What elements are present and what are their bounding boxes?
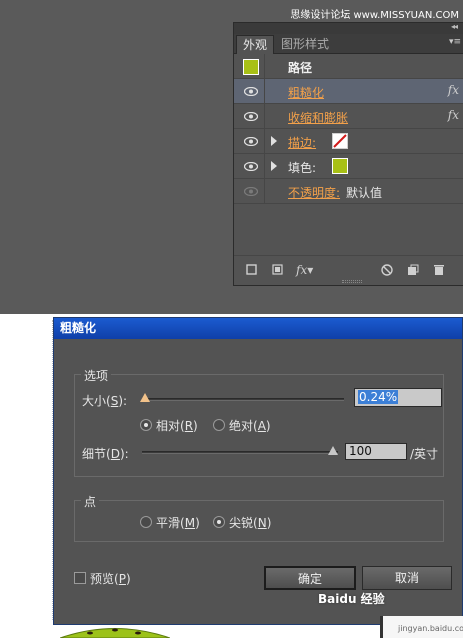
- detail-slider-thumb[interactable]: [328, 446, 338, 455]
- corner-radio[interactable]: [213, 516, 225, 528]
- detail-label: 细节(D):: [82, 447, 129, 461]
- preview-checkbox[interactable]: [74, 572, 86, 584]
- effect-row-roughen[interactable]: 粗糙化 fx: [234, 79, 463, 104]
- tab-graphic-styles[interactable]: 图形样式: [275, 35, 335, 54]
- corner-label: 尖锐(N): [229, 516, 272, 530]
- tab-appearance[interactable]: 外观: [236, 35, 275, 54]
- stroke-row[interactable]: 描边:: [234, 129, 463, 154]
- visibility-eye-icon[interactable]: [244, 112, 258, 121]
- detail-slider-track[interactable]: [142, 451, 338, 454]
- watermark-bottom-url: jingyan.baidu.com: [398, 624, 463, 633]
- panel-bottom-toolbar: fx▾: [234, 255, 463, 285]
- appearance-rows: 路径 粗糙化 fx 收缩和膨胀 fx 描边: 填色: 不透明度: 默认值: [234, 54, 463, 204]
- fill-row[interactable]: 填色:: [234, 154, 463, 179]
- points-group-title: 点: [81, 493, 100, 510]
- smooth-label: 平滑(M): [156, 516, 200, 530]
- watermark-bottom: Baidu 经验: [318, 592, 385, 606]
- size-input[interactable]: 0.24%: [354, 388, 442, 407]
- watermark-top: 思缘设计论坛 www.MISSYUAN.COM: [290, 10, 459, 21]
- row-divider: [264, 129, 265, 153]
- visibility-eye-icon[interactable]: [244, 187, 258, 196]
- opacity-row[interactable]: 不透明度: 默认值: [234, 179, 463, 204]
- relative-label: 相对(R): [156, 419, 198, 433]
- row-divider: [264, 179, 265, 203]
- effect-roughen-link[interactable]: 粗糙化: [288, 84, 324, 101]
- row-divider: [264, 154, 265, 178]
- canvas-workspace: 思缘设计论坛 www.MISSYUAN.COM ◂◂ 外观 图形样式 ▾≡ 路径…: [0, 0, 463, 314]
- panel-resize-grip[interactable]: [342, 280, 362, 283]
- preview-label: 预览(P): [90, 572, 131, 586]
- object-thumbnail-swatch: [243, 59, 259, 75]
- smooth-label-text: 平滑: [156, 516, 181, 530]
- trash-icon[interactable]: [433, 264, 445, 278]
- fx-icon[interactable]: fx: [448, 83, 459, 97]
- size-slider-track[interactable]: [142, 398, 344, 401]
- detail-unit: /英寸: [410, 447, 439, 461]
- absolute-radio[interactable]: [213, 419, 225, 431]
- visibility-eye-icon[interactable]: [244, 162, 258, 171]
- visibility-eye-icon[interactable]: [244, 87, 258, 96]
- absolute-label: 绝对(A): [229, 419, 271, 433]
- panel-title-strip[interactable]: ◂◂: [234, 22, 463, 34]
- kiwi-artwork-fragment: [60, 625, 170, 638]
- row-divider: [264, 79, 265, 103]
- duplicate-icon[interactable]: [407, 264, 419, 278]
- fx-icon[interactable]: fx: [448, 108, 459, 122]
- size-label-text: 大小: [82, 394, 107, 408]
- panel-tabs: 外观 图形样式 ▾≡: [234, 34, 463, 54]
- detail-accesskey: D: [110, 447, 120, 461]
- opacity-label-link[interactable]: 不透明度:: [288, 184, 340, 201]
- row-divider: [264, 54, 265, 78]
- visibility-eye-icon[interactable]: [244, 137, 258, 146]
- relative-label-text: 相对: [156, 419, 181, 433]
- stroke-none-swatch[interactable]: [332, 133, 348, 149]
- relative-radio[interactable]: [140, 419, 152, 431]
- absolute-accesskey: A: [257, 419, 266, 433]
- new-art-square-icon[interactable]: [246, 264, 257, 277]
- appearance-header-row: 路径: [234, 54, 463, 79]
- detail-input[interactable]: 100: [345, 443, 407, 460]
- row-divider: [264, 104, 265, 128]
- size-input-value: 0.24%: [358, 390, 399, 404]
- fill-color-swatch[interactable]: [332, 158, 348, 174]
- collapse-panel-icon[interactable]: ◂◂: [451, 22, 458, 31]
- size-slider-thumb[interactable]: [140, 393, 150, 402]
- opacity-value: 默认值: [346, 186, 383, 200]
- stroke-label-link[interactable]: 描边:: [288, 134, 316, 151]
- clear-appearance-icon[interactable]: [272, 264, 283, 277]
- effect-row-pucker-bloat[interactable]: 收缩和膨胀 fx: [234, 104, 463, 129]
- dialog-titlebar[interactable]: 粗糙化: [54, 318, 462, 339]
- options-group-title: 选项: [81, 367, 112, 384]
- size-label: 大小(S):: [82, 394, 128, 408]
- smooth-radio[interactable]: [140, 516, 152, 528]
- fill-label: 填色:: [288, 161, 317, 175]
- expand-triangle-icon[interactable]: [271, 136, 277, 146]
- expand-triangle-icon[interactable]: [271, 161, 277, 171]
- appearance-panel: ◂◂ 外观 图形样式 ▾≡ 路径 粗糙化 fx 收缩和膨胀 fx 描边: 填色:…: [233, 22, 463, 286]
- delete-circle-icon[interactable]: [381, 264, 393, 278]
- size-accesskey: S: [110, 394, 119, 408]
- ok-button[interactable]: 确定: [264, 566, 356, 590]
- corner-label-text: 尖锐: [229, 516, 254, 530]
- relative-accesskey: R: [184, 419, 194, 433]
- effect-pucker-bloat-link[interactable]: 收缩和膨胀: [288, 109, 348, 126]
- smooth-accesskey: M: [184, 516, 196, 530]
- fx-menu-icon[interactable]: fx▾: [296, 264, 313, 276]
- preview-accesskey: P: [118, 572, 126, 586]
- cancel-button[interactable]: 取消: [362, 566, 452, 590]
- preview-label-text: 预览: [90, 572, 115, 586]
- object-type-title: 路径: [288, 61, 313, 75]
- detail-label-text: 细节: [82, 447, 107, 461]
- corner-accesskey: N: [257, 516, 267, 530]
- roughen-dialog: 粗糙化 选项 大小(S): 0.24% 相对(R) 绝对(A) 细节(D): 1…: [53, 317, 463, 625]
- absolute-label-text: 绝对: [229, 419, 254, 433]
- panel-menu-icon[interactable]: ▾≡: [449, 37, 461, 47]
